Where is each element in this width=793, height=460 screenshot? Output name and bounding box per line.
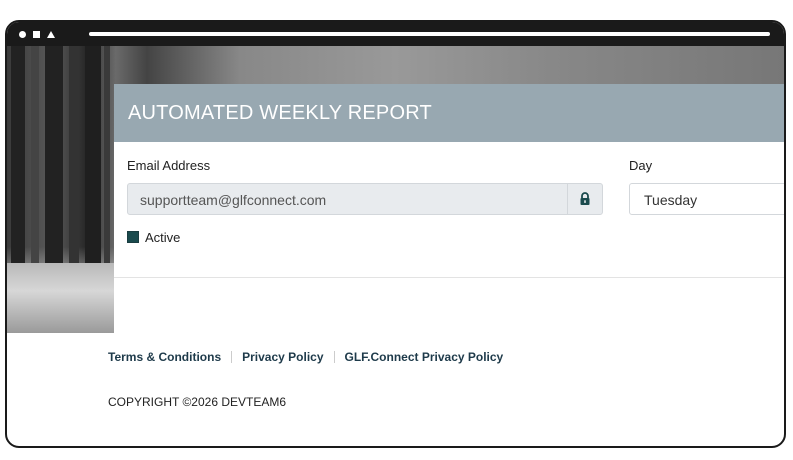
triangle-icon[interactable] <box>47 30 55 38</box>
active-label: Active <box>145 230 181 245</box>
report-card: AUTOMATED WEEKLY REPORT Email Address su… <box>114 84 784 333</box>
tree-trunk <box>85 46 101 293</box>
card-header: AUTOMATED WEEKLY REPORT <box>114 84 784 142</box>
email-field[interactable]: supportteam@glfconnect.com <box>127 183 603 215</box>
hero-background: AUTOMATED WEEKLY REPORT Email Address su… <box>7 46 784 333</box>
active-checkbox[interactable] <box>127 231 139 243</box>
divider <box>114 277 784 278</box>
glf-privacy-link[interactable]: GLF.Connect Privacy Policy <box>345 350 504 364</box>
link-separator <box>333 351 335 363</box>
lock-button <box>567 184 602 214</box>
address-bar[interactable] <box>89 32 770 36</box>
tree-trunk <box>11 46 25 293</box>
day-value: Tuesday <box>644 192 698 208</box>
page-title: AUTOMATED WEEKLY REPORT <box>128 102 432 124</box>
day-label: Day <box>629 158 653 173</box>
circle-icon[interactable] <box>19 30 26 38</box>
tree-trunk <box>104 46 110 293</box>
privacy-link[interactable]: Privacy Policy <box>242 350 323 364</box>
square-icon[interactable] <box>33 30 40 38</box>
terms-link[interactable]: Terms & Conditions <box>108 350 221 364</box>
window-controls <box>19 28 55 40</box>
day-select[interactable]: Tuesday <box>629 183 784 215</box>
tree-trunk <box>31 46 39 293</box>
browser-window: AUTOMATED WEEKLY REPORT Email Address su… <box>5 20 786 448</box>
tree-trunk <box>69 46 79 293</box>
lock-icon <box>580 192 590 205</box>
copyright-text: COPYRIGHT ©2026 DEVTEAM6 <box>108 395 287 409</box>
link-separator <box>231 351 233 363</box>
email-value: supportteam@glfconnect.com <box>140 192 327 208</box>
footer-links: Terms & Conditions Privacy Policy GLF.Co… <box>108 350 503 364</box>
tree-trunk <box>45 46 63 293</box>
email-label: Email Address <box>127 158 211 173</box>
title-bar <box>7 22 784 46</box>
